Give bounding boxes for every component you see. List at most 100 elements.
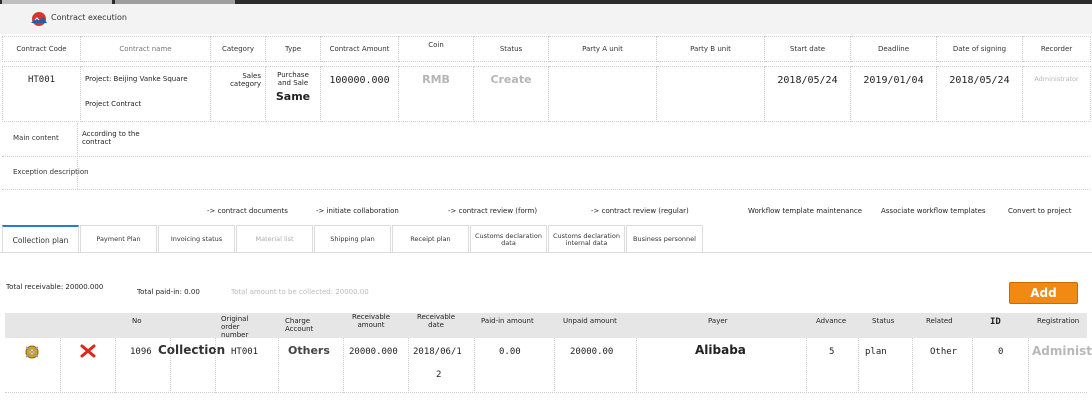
tab-business-personnel[interactable]: Business personnel: [626, 225, 703, 253]
row-unpaid: 20000.00: [570, 347, 614, 357]
link-contract-documents[interactable]: -> contract documents: [207, 207, 288, 215]
col-status: Status: [872, 317, 895, 325]
tab-customs-declaration-internal-data[interactable]: Customs declaration internal data: [548, 225, 625, 253]
category-cell[interactable]: Sales category: [210, 66, 266, 122]
contract-name-cell[interactable]: Project: Beijing Vanke Square Project Co…: [80, 66, 211, 122]
row-id: 0: [998, 347, 1004, 357]
contract-amount-cell[interactable]: 100000.000: [320, 66, 399, 122]
row-status: plan: [865, 347, 887, 357]
col-related: Related: [926, 317, 953, 325]
header-party-a: Party A unit: [548, 36, 657, 62]
divider: [60, 338, 61, 393]
divider: [408, 338, 409, 393]
row-receivable-amount: 20000.000: [349, 347, 398, 357]
table-row[interactable]: 1096 Collection HT001 Others 20000.000 2…: [5, 338, 1092, 393]
col-charge-account: Charge Account: [285, 317, 314, 333]
divider: [474, 338, 475, 393]
party-b-cell[interactable]: [656, 66, 765, 122]
header-recorder: Recorder: [1022, 36, 1091, 62]
divider: [343, 338, 344, 393]
type-value: Purchase and Sale: [277, 71, 309, 87]
col-payer: Payer: [708, 317, 728, 325]
divider: [858, 338, 859, 393]
tab-invoicing-status[interactable]: Invoicing status: [158, 225, 235, 253]
deadline-cell[interactable]: 2019/01/04: [850, 66, 937, 122]
total-receivable: Total receivable: 20000.000: [6, 283, 104, 291]
link-contract-review-regular[interactable]: -> contract review (regular): [591, 207, 689, 215]
tab-customs-declaration-data[interactable]: Customs declaration data: [470, 225, 547, 253]
link-associate-workflow-templates[interactable]: Associate workflow templates: [881, 207, 986, 215]
col-registration: Registration: [1037, 317, 1080, 325]
row-no: 1096: [130, 347, 152, 357]
status-cell: Create: [473, 66, 549, 122]
contract-name-line1: Project: Beijing Vanke Square: [85, 75, 188, 83]
total-paid-in: Total paid-in: 0.00: [137, 288, 200, 296]
col-advance: Advance: [816, 317, 847, 325]
coin-cell[interactable]: RMB: [398, 66, 474, 122]
header-deadline: Deadline: [850, 36, 937, 62]
signing-date-cell[interactable]: 2018/05/24: [936, 66, 1023, 122]
divider: [636, 338, 637, 393]
divider: [170, 338, 171, 393]
header-party-b: Party B unit: [656, 36, 765, 62]
delete-icon[interactable]: [80, 344, 96, 358]
edit-gear-icon[interactable]: [23, 344, 41, 360]
type-cell[interactable]: Purchase and Sale Same: [265, 66, 321, 122]
divider: [554, 338, 555, 393]
col-no: No: [132, 317, 142, 325]
col-paid-in-amount: Paid-in amount: [481, 317, 534, 325]
divider: [972, 338, 973, 393]
header-start-date: Start date: [764, 36, 851, 62]
row-registration: Administ: [1032, 344, 1092, 358]
header-date-of-signing: Date of signing: [936, 36, 1023, 62]
divider: [77, 123, 78, 189]
main-content-value[interactable]: According to the contract: [82, 130, 162, 146]
add-button[interactable]: Add: [1009, 282, 1078, 304]
start-date-cell[interactable]: 2018/05/24: [764, 66, 851, 122]
recorder-cell: Administrator: [1022, 66, 1091, 122]
divider: [806, 338, 807, 393]
col-receivable-date: Receivable date: [416, 313, 456, 329]
header-status: Status: [473, 36, 549, 62]
app-header: Contract execution: [0, 4, 1092, 34]
link-convert-to-project[interactable]: Convert to project: [1008, 207, 1071, 215]
tab-payment-plan[interactable]: Payment Plan: [80, 225, 157, 253]
header-contract-code: Contract Code: [2, 36, 81, 62]
tab-underline: [0, 252, 1092, 253]
link-initiate-collaboration[interactable]: -> initiate collaboration: [316, 207, 399, 215]
row-related: Other: [930, 347, 958, 357]
list-header: No Original order number Charge Account …: [5, 313, 1087, 339]
header-type: Type: [265, 36, 321, 62]
tab-collection-plan[interactable]: Collection plan: [2, 225, 79, 253]
col-unpaid-amount: Unpaid amount: [563, 317, 617, 325]
header-coin: Coin: [398, 36, 474, 62]
header-category: Category: [210, 36, 266, 62]
row-payer: Alibaba: [695, 343, 746, 357]
mountain-logo-icon: [31, 12, 47, 26]
contract-header-row: Contract Code Contract name Category Typ…: [2, 36, 1091, 62]
col-receivable-amount: Receivable amount: [351, 313, 391, 329]
link-workflow-template-maintenance[interactable]: Workflow template maintenance: [748, 207, 862, 215]
tab-material-list[interactable]: Material list: [236, 225, 313, 253]
tab-shipping-plan[interactable]: Shipping plan: [314, 225, 391, 253]
row-receivable-date-wrap: 2: [436, 370, 442, 380]
col-id: ID: [990, 317, 1001, 327]
tab-receipt-plan[interactable]: Receipt plan: [392, 225, 469, 253]
divider: [2, 189, 1090, 190]
row-paid-in: 0.00: [499, 347, 521, 357]
row-order-number: HT001: [231, 347, 259, 357]
divider: [215, 338, 216, 393]
divider: [115, 338, 116, 393]
total-to-be-collected: Total amount to be collected: 20000.00: [231, 288, 369, 296]
divider: [278, 338, 279, 393]
divider: [1028, 338, 1029, 393]
divider: [912, 338, 913, 393]
contract-code-cell[interactable]: HT001: [2, 66, 81, 122]
party-a-cell[interactable]: [548, 66, 657, 122]
header-contract-name: Contract name: [80, 36, 211, 62]
page-title: Contract execution: [51, 13, 127, 22]
divider: [2, 156, 1090, 157]
exception-description-label: Exception description: [13, 168, 89, 176]
link-contract-review-form[interactable]: -> contract review (form): [448, 207, 537, 215]
row-advance: 5: [829, 347, 835, 357]
